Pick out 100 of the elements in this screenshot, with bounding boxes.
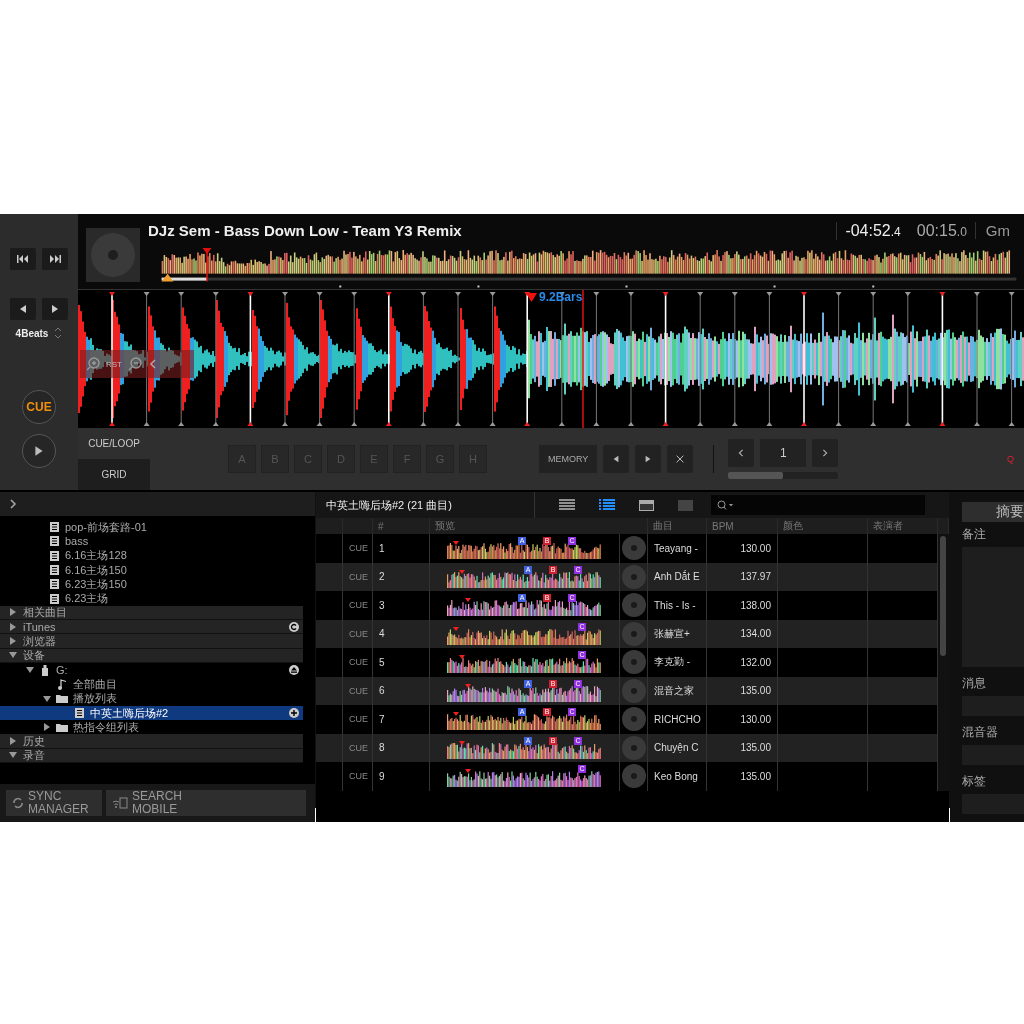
- cue-cell[interactable]: CUE: [343, 762, 373, 791]
- playlist-item[interactable]: 6.23主场150: [0, 577, 303, 592]
- cue-button[interactable]: CUE: [22, 390, 56, 424]
- tree-item[interactable]: 历史: [0, 734, 303, 749]
- playlist-item[interactable]: 6.16主场150: [0, 562, 303, 578]
- table-cell: [868, 562, 938, 591]
- next-track-button[interactable]: [42, 248, 68, 270]
- disc-icon: [622, 764, 646, 789]
- tree-item-label: iTunes: [23, 620, 56, 633]
- playlist-label: 6.23主场150: [65, 576, 127, 592]
- expand-right-icon[interactable]: [9, 737, 17, 746]
- sync-icon: [12, 797, 24, 809]
- expand-right-icon[interactable]: [43, 723, 51, 732]
- track-number: 2: [373, 562, 430, 591]
- zoom-in-icon[interactable]: [86, 357, 100, 371]
- list-view-icon[interactable]: [559, 499, 575, 511]
- zoom-out-icon[interactable]: [128, 357, 142, 371]
- zoom-reset-button[interactable]: RST: [106, 359, 122, 369]
- track-title-cell: Anh Dắt E: [648, 562, 707, 591]
- eject-icon[interactable]: [289, 665, 299, 676]
- table-cell: [316, 733, 343, 762]
- tree-item[interactable]: 浏览器: [0, 634, 303, 649]
- tree-item[interactable]: 播放列表: [0, 691, 303, 706]
- tree-item-label: 相关曲目: [23, 604, 67, 620]
- tree-item[interactable]: 热指令组列表: [0, 720, 303, 735]
- playlist-item[interactable]: 6.16主场128: [0, 548, 303, 563]
- playlist-label: pop-前场套路-01: [65, 519, 147, 535]
- track-title-cell: Teayang -: [648, 534, 707, 563]
- column-header[interactable]: #: [373, 518, 430, 534]
- tree-item[interactable]: G:: [0, 662, 303, 678]
- cue-cell[interactable]: CUE: [343, 648, 373, 677]
- cue-cell[interactable]: CUE: [343, 676, 373, 705]
- table-cell: [868, 733, 938, 762]
- tree-item[interactable]: 相关曲目: [0, 605, 303, 621]
- cue-cell[interactable]: CUE: [343, 562, 373, 591]
- sync-icon[interactable]: [289, 621, 299, 632]
- column-header[interactable]: 预览: [430, 518, 648, 534]
- previous-track-button[interactable]: [10, 248, 36, 270]
- detailed-list-view-icon[interactable]: [599, 499, 615, 511]
- add-icon[interactable]: [289, 708, 299, 718]
- table-cell: [316, 676, 343, 705]
- bpm-cell: 130.00: [707, 705, 778, 734]
- bpm-cell: 130.00: [707, 534, 778, 563]
- column-header[interactable]: 曲目: [648, 518, 707, 534]
- elapsed-time: 00:15.0: [915, 221, 968, 240]
- cue-cell[interactable]: CUE: [343, 733, 373, 762]
- track-number: 7: [373, 705, 430, 734]
- waveform-drawing[interactable]: [78, 290, 1024, 428]
- up-down-stepper-icon[interactable]: [54, 326, 63, 340]
- playlist-icon: [49, 550, 59, 561]
- memory-button[interactable]: MEMORY: [539, 445, 598, 473]
- table-cell: [868, 619, 938, 648]
- track-number: 6: [373, 676, 430, 705]
- disc-icon: [622, 621, 646, 646]
- playlist-label: 6.23主场: [65, 591, 109, 607]
- tree-item-label: 历史: [23, 733, 45, 749]
- track-title-cell: Chuyện C: [648, 733, 707, 762]
- disc-icon: [622, 707, 646, 732]
- playlist-item[interactable]: 6.23主场: [0, 591, 303, 606]
- panel-tab[interactable]: GRID: [78, 459, 150, 490]
- cue-cell[interactable]: CUE: [343, 591, 373, 620]
- playlist-label: 6.16主场150: [65, 562, 127, 578]
- sync-manager-button[interactable]: SYNC MANAGER: [6, 790, 102, 816]
- search-mobile-button[interactable]: SEARCH MOBILE: [106, 790, 306, 816]
- beat-jump-size: 4Beats: [15, 327, 49, 339]
- playlist-icon: [49, 565, 59, 576]
- bpm-cell: 137.97: [707, 562, 778, 591]
- disc-icon: [622, 650, 646, 675]
- disc-icon: [622, 678, 646, 703]
- playlist-icon: [49, 593, 59, 604]
- bpm-cell: 135.00: [707, 676, 778, 705]
- column-header[interactable]: 颜色: [778, 518, 868, 534]
- cue-cell[interactable]: CUE: [343, 534, 373, 563]
- playlist-item[interactable]: pop-前场套路-01: [0, 520, 303, 535]
- track-number: 5: [373, 648, 430, 677]
- beat-jump-forward-button[interactable]: [42, 298, 68, 320]
- track-title-cell: 张赫宣+: [648, 619, 707, 648]
- tree-item[interactable]: 中英土嗨后场#2: [0, 705, 303, 721]
- skip-back-icon: [17, 255, 29, 263]
- scrollbar-thumb[interactable]: [940, 536, 946, 656]
- expand-down-icon[interactable]: [43, 694, 51, 703]
- column-header[interactable]: 表演者: [868, 518, 938, 534]
- column-header[interactable]: BPM: [707, 518, 778, 534]
- playlist-item[interactable]: bass: [0, 534, 303, 549]
- expand-down-icon[interactable]: [9, 751, 17, 760]
- panel-layout-icon[interactable]: [639, 499, 654, 511]
- bpm-cell: 135.00: [707, 733, 778, 762]
- play-icon: [50, 304, 60, 314]
- summary-tab[interactable]: 摘要: [962, 502, 1024, 522]
- tree-item[interactable]: iTunes: [0, 620, 303, 635]
- play-icon: [33, 445, 45, 457]
- search-field[interactable]: [711, 495, 925, 515]
- cue-cell[interactable]: CUE: [343, 619, 373, 648]
- disc-icon: [622, 735, 646, 760]
- bars-remaining-label: 9.2Bars: [539, 290, 583, 304]
- cue-cell[interactable]: CUE: [343, 705, 373, 734]
- beat-jump-back-button[interactable]: [10, 298, 36, 320]
- info-field-label: 消息: [962, 675, 987, 692]
- tree-item[interactable]: 全部曲目: [0, 677, 303, 692]
- play-button[interactable]: [22, 434, 56, 468]
